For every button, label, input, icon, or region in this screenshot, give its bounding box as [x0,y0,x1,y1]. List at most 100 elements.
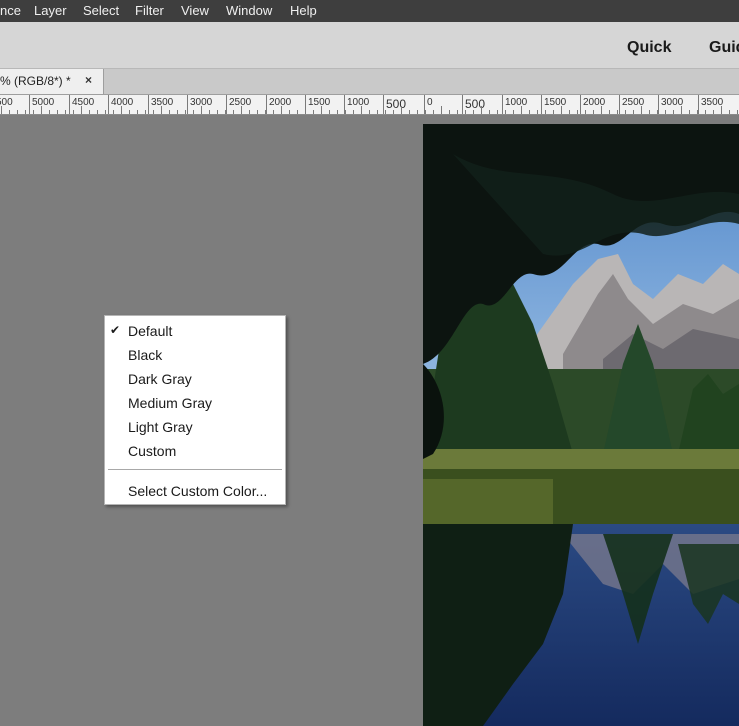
ruler-minor-tick [425,110,426,114]
ruler-minor-tick [705,110,706,114]
menu-item-medium-gray[interactable]: Medium Gray [105,391,285,415]
menu-item-view[interactable]: View [181,3,209,18]
document-tab[interactable]: % (RGB/8*) * × [0,69,104,94]
ruler-minor-tick [561,106,562,114]
ruler-minor-tick [65,110,66,114]
ruler-major-tick [108,95,109,114]
ruler-label: 500 [465,97,486,111]
menu-item-layer[interactable]: Layer [34,3,67,18]
ruler-minor-tick [441,106,442,114]
menu-bar: nce Layer Select Filter View Window Help [0,0,739,22]
ruler-minor-tick [297,110,298,114]
ruler-minor-tick [177,110,178,114]
ruler-major-tick [580,95,581,114]
ruler-minor-tick [249,110,250,114]
ruler-minor-tick [393,110,394,114]
menu-item-custom[interactable]: Custom [105,439,285,463]
menu-separator [108,469,282,470]
ruler-minor-tick [609,110,610,114]
ruler-minor-tick [617,110,618,114]
ruler-minor-tick [713,110,714,114]
ruler-minor-tick [89,110,90,114]
ruler-label: 3000 [661,97,684,108]
ruler-minor-tick [57,110,58,114]
ruler-minor-tick [281,106,282,114]
mode-bar: Quick Guid [0,22,739,69]
document-image [423,124,739,726]
ruler-minor-tick [121,106,122,114]
menu-item-filter[interactable]: Filter [135,3,164,18]
menu-item-select-custom-color[interactable]: Select Custom Color... [105,479,285,503]
ruler-minor-tick [585,110,586,114]
horizontal-ruler[interactable]: 5005000450040003500300025002000150010005… [0,95,739,115]
ruler-minor-tick [105,110,106,114]
menu-item-label: Medium Gray [128,395,213,411]
mode-guided-tab[interactable]: Guid [709,39,739,57]
ruler-minor-tick [145,110,146,114]
ruler-label: 500 [386,97,407,111]
menu-item-workspace[interactable]: nce [0,3,21,18]
ruler-minor-tick [153,110,154,114]
ruler-major-tick [698,95,699,114]
mode-quick-tab[interactable]: Quick [627,39,671,57]
document-tab-title: % (RGB/8*) * [0,74,71,88]
ruler-minor-tick [433,110,434,114]
ruler-major-tick [187,95,188,114]
ruler-major-tick [541,95,542,114]
ruler-label: 4500 [72,97,95,108]
ruler-minor-tick [313,110,314,114]
ruler-major-tick [658,95,659,114]
ruler-minor-tick [169,110,170,114]
ruler-minor-tick [537,110,538,114]
ruler-minor-tick [689,110,690,114]
ruler-minor-tick [273,110,274,114]
ruler-minor-tick [137,110,138,114]
ruler-minor-tick [289,110,290,114]
menu-item-label: Default [128,323,173,339]
ruler-minor-tick [1,106,2,114]
canvas-background-context-menu: ✔ Default Black Dark Gray Medium Gray Li… [104,315,286,505]
ruler-minor-tick [113,110,114,114]
menu-item-dark-gray[interactable]: Dark Gray [105,367,285,391]
ruler-minor-tick [601,106,602,114]
close-icon[interactable]: × [85,73,92,87]
ruler-minor-tick [481,106,482,114]
ruler-minor-tick [417,110,418,114]
ruler-minor-tick [25,110,26,114]
ruler-minor-tick [721,106,722,114]
ruler-minor-tick [41,106,42,114]
ruler-major-tick [266,95,267,114]
menu-item-help[interactable]: Help [290,3,317,18]
ruler-label: 1500 [308,97,331,108]
ruler-minor-tick [377,110,378,114]
ruler-minor-tick [641,106,642,114]
ruler-minor-tick [473,110,474,114]
ruler-minor-tick [649,110,650,114]
menu-item-window[interactable]: Window [226,3,272,18]
ruler-minor-tick [369,110,370,114]
ruler-minor-tick [465,110,466,114]
menu-item-select[interactable]: Select [83,3,119,18]
ruler-minor-tick [97,110,98,114]
ruler-minor-tick [737,110,738,114]
ruler-label: 1000 [347,97,370,108]
ruler-minor-tick [345,110,346,114]
menu-item-light-gray[interactable]: Light Gray [105,415,285,439]
ruler-minor-tick [73,110,74,114]
ruler-minor-tick [529,110,530,114]
menu-item-label: Black [128,347,163,363]
menu-item-label: Select Custom Color... [128,483,268,499]
menu-item-label: Light Gray [128,419,193,435]
ruler-minor-tick [257,110,258,114]
ruler-label: 1500 [544,97,567,108]
menu-item-label: Custom [128,443,177,459]
ruler-minor-tick [385,110,386,114]
ruler-label: 3500 [151,97,174,108]
ruler-minor-tick [665,110,666,114]
ruler-minor-tick [161,106,162,114]
ruler-minor-tick [241,106,242,114]
ruler-minor-tick [225,110,226,114]
ruler-minor-tick [33,110,34,114]
menu-item-black[interactable]: Black [105,343,285,367]
menu-item-default[interactable]: ✔ Default [105,319,285,343]
